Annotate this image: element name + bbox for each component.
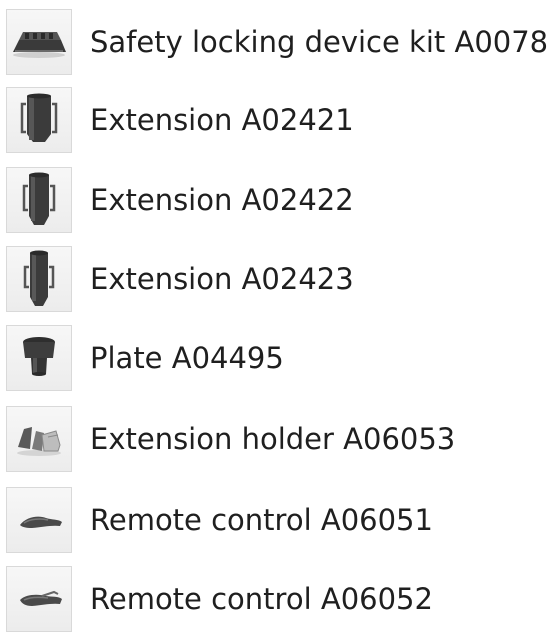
plate-icon	[6, 325, 72, 391]
extension-icon	[6, 87, 72, 153]
item-label: Safety locking device kit A00788	[90, 24, 550, 59]
remote-control-icon	[6, 487, 72, 553]
list-item-remote-control-a06051[interactable]: Remote control A06051	[6, 483, 546, 557]
locking-device-kit-icon	[6, 9, 72, 75]
list-item-extension-holder[interactable]: Extension holder A06053	[6, 402, 546, 476]
item-label: Remote control A06051	[90, 502, 433, 537]
item-label: Remote control A06052	[90, 581, 433, 616]
item-label: Extension holder A06053	[90, 421, 456, 456]
item-label: Extension A02422	[90, 182, 354, 217]
item-label: Extension A02421	[90, 102, 354, 137]
item-label: Plate A04495	[90, 340, 284, 375]
list-item-remote-control-a06052[interactable]: Remote control A06052	[6, 562, 546, 636]
list-item-locking-kit[interactable]: Safety locking device kit A00788	[6, 5, 550, 79]
extension-holder-icon	[6, 406, 72, 472]
extension-icon	[6, 246, 72, 312]
list-item-extension-a02422[interactable]: Extension A02422	[6, 163, 546, 237]
list-item-extension-a02421[interactable]: Extension A02421	[6, 83, 546, 157]
extension-icon	[6, 167, 72, 233]
list-item-extension-a02423[interactable]: Extension A02423	[6, 242, 546, 316]
remote-control-icon	[6, 566, 72, 632]
list-item-plate[interactable]: Plate A04495	[6, 321, 546, 395]
item-label: Extension A02423	[90, 261, 354, 296]
